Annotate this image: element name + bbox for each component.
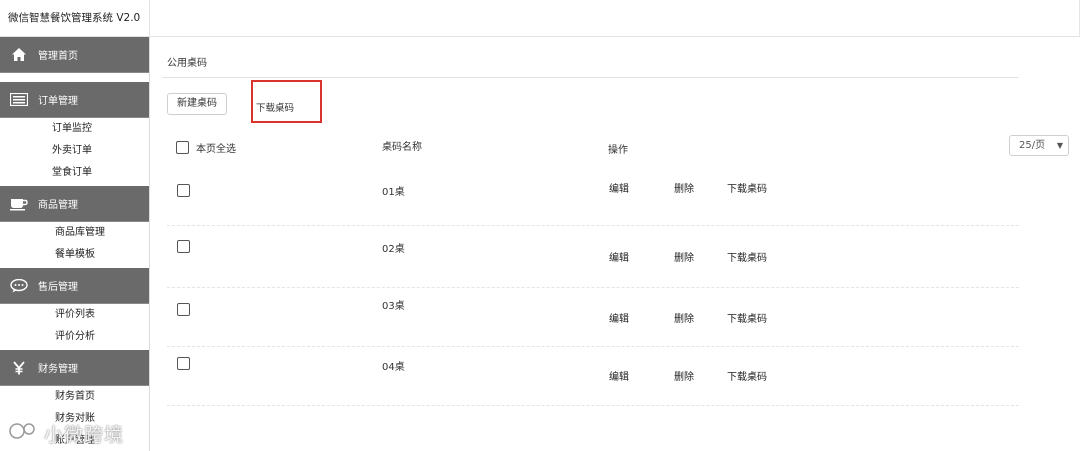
download-code-link[interactable]: 下载桌码 <box>727 180 767 195</box>
app-title: 微信智慧餐饮管理系统 V2.0 <box>0 0 150 37</box>
sidebar-item-label: 订单管理 <box>38 96 78 107</box>
row-divider <box>167 225 1019 226</box>
download-code-link[interactable]: 下载桌码 <box>727 249 767 264</box>
column-header-name: 桌码名称 <box>382 142 422 153</box>
delete-button[interactable]: 删除 <box>674 249 694 264</box>
sidebar-item-menu-template[interactable]: 餐单模板 <box>0 244 149 266</box>
sidebar-item-review-analysis[interactable]: 评价分析 <box>0 326 149 348</box>
sidebar-item-orders[interactable]: 订单管理 <box>0 82 149 118</box>
sidebar-item-label: 商品管理 <box>38 200 78 211</box>
table-code-name: 01桌 <box>382 187 405 198</box>
sidebar-item-products[interactable]: 商品管理 <box>0 186 149 222</box>
row-checkbox[interactable] <box>177 357 190 370</box>
edit-button[interactable]: 编辑 <box>609 368 629 383</box>
row-divider <box>167 346 1019 347</box>
edit-button[interactable]: 编辑 <box>609 249 629 264</box>
row-checkbox[interactable] <box>177 303 190 316</box>
page-title: 公用桌码 <box>167 58 207 69</box>
table-code-name: 02桌 <box>382 244 405 255</box>
download-button-label: 下载桌码 <box>256 103 295 114</box>
page-size-value: 25/页 <box>1019 140 1046 151</box>
yen-icon <box>9 360 29 376</box>
header-right-area <box>150 0 1080 36</box>
coffee-cup-icon <box>9 196 29 212</box>
page-size-select[interactable]: 25/页 ▼ <box>1009 135 1069 156</box>
top-header: 微信智慧餐饮管理系统 V2.0 <box>0 0 1080 37</box>
sidebar-item-takeout-orders[interactable]: 外卖订单 <box>0 140 149 162</box>
row-divider <box>167 287 1019 288</box>
divider <box>162 77 1019 78</box>
delete-button[interactable]: 删除 <box>674 180 694 195</box>
chat-bubble-icon <box>9 278 29 294</box>
download-code-link[interactable]: 下载桌码 <box>727 310 767 325</box>
table-code-name: 03桌 <box>382 301 405 312</box>
new-table-code-button[interactable]: 新建桌码 <box>167 93 227 115</box>
watermark-logo-icon <box>9 423 35 439</box>
delete-button[interactable]: 删除 <box>674 310 694 325</box>
sidebar-item-after-sales[interactable]: 售后管理 <box>0 268 149 304</box>
edit-button[interactable]: 编辑 <box>609 180 629 195</box>
sidebar-item-label: 管理首页 <box>38 51 78 62</box>
sidebar-item-order-monitor[interactable]: 订单监控 <box>0 118 149 140</box>
sidebar-item-finance[interactable]: 财务管理 <box>0 350 149 386</box>
select-all-checkbox[interactable] <box>176 141 189 154</box>
table-code-name: 04桌 <box>382 362 405 373</box>
row-checkbox[interactable] <box>177 184 190 197</box>
home-icon <box>9 47 29 63</box>
sidebar-item-dinein-orders[interactable]: 堂食订单 <box>0 162 149 184</box>
delete-button[interactable]: 删除 <box>674 368 694 383</box>
chevron-down-icon: ▼ <box>1056 141 1063 150</box>
sidebar-item-label: 财务管理 <box>38 364 78 375</box>
sidebar-item-home[interactable]: 管理首页 <box>0 37 149 73</box>
select-all[interactable]: 本页全选 <box>176 140 236 155</box>
row-checkbox[interactable] <box>177 240 190 253</box>
download-table-code-button[interactable]: 下载桌码 <box>251 80 322 123</box>
sidebar-item-label: 售后管理 <box>38 282 78 293</box>
sidebar-item-product-library[interactable]: 商品库管理 <box>0 222 149 244</box>
download-code-link[interactable]: 下载桌码 <box>727 368 767 383</box>
column-header-operations: 操作 <box>608 145 628 156</box>
edit-button[interactable]: 编辑 <box>609 310 629 325</box>
sidebar-item-review-list[interactable]: 评价列表 <box>0 304 149 326</box>
list-icon <box>9 92 29 108</box>
main-content: 公用桌码 新建桌码 下载桌码 本页全选 桌码名称 操作 25/页 ▼ 01桌 编… <box>150 37 1080 451</box>
watermark-text: 小微跨境 <box>44 424 125 446</box>
sidebar: 管理首页 订单管理 订单监控 外卖订单 堂食订单 商品管理 商品库管理 餐单模板 <box>0 37 150 451</box>
row-divider <box>167 405 1019 406</box>
app-root: 微信智慧餐饮管理系统 V2.0 管理首页 订单管理 订单监控 外卖订单 堂食订单 <box>0 0 1080 451</box>
select-all-label: 本页全选 <box>196 144 236 155</box>
sidebar-item-finance-home[interactable]: 财务首页 <box>0 386 149 408</box>
